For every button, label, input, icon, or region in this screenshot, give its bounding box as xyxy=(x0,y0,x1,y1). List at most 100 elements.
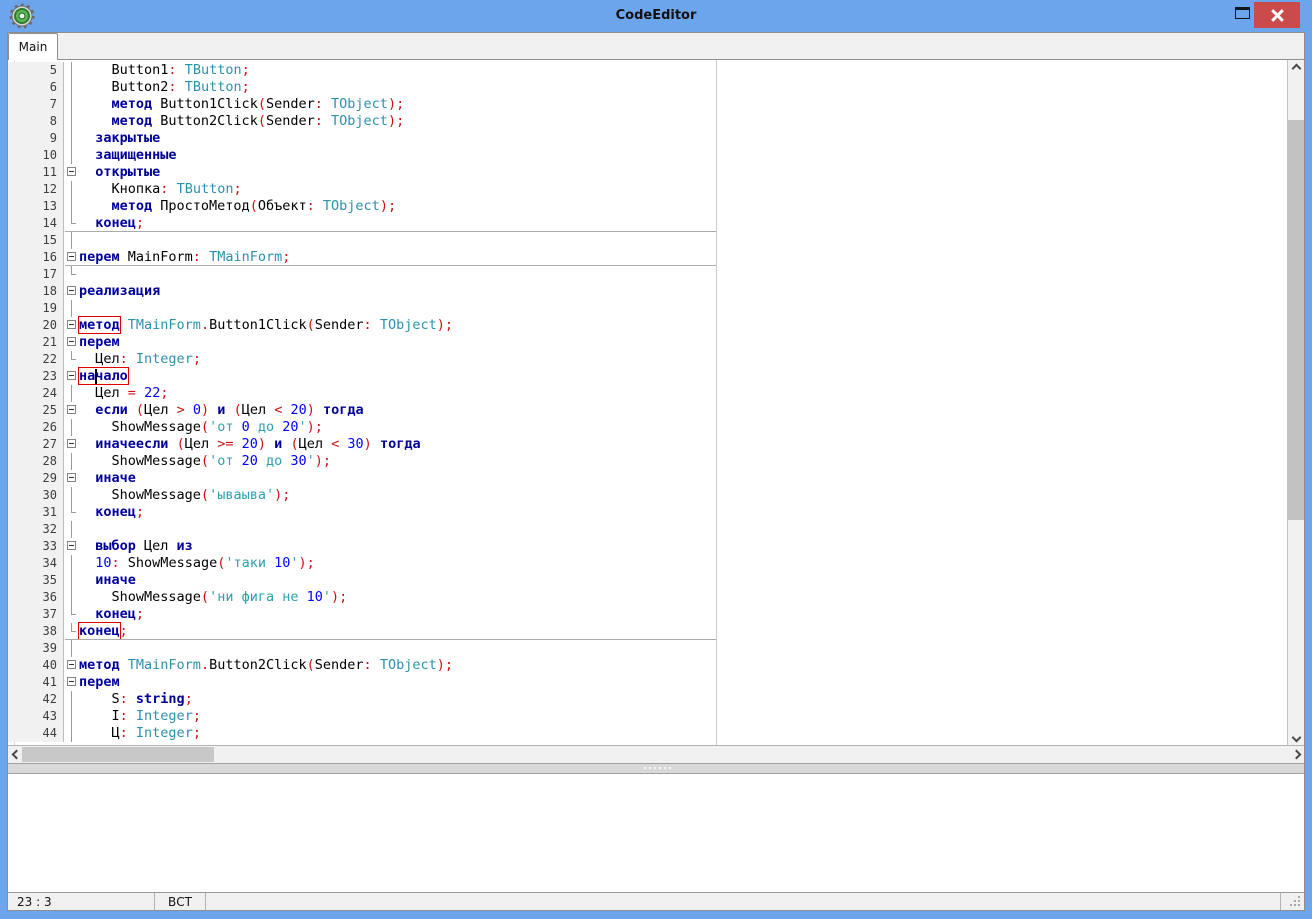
vertical-scrollbar[interactable] xyxy=(1287,60,1304,745)
code-text: начало xyxy=(78,368,128,385)
fold-collapse-icon[interactable] xyxy=(67,337,76,346)
code-line[interactable]: 21перем xyxy=(8,334,1287,351)
code-line[interactable]: 18реализация xyxy=(8,283,1287,300)
code-line[interactable]: 27 иначеесли (Цел >= 20) и (Цел < 30) то… xyxy=(8,436,1287,453)
chevron-down-icon xyxy=(1291,732,1301,742)
scroll-right-button[interactable] xyxy=(1288,746,1304,763)
fold-margin xyxy=(64,300,78,317)
line-number: 12 xyxy=(8,181,64,198)
code-line[interactable]: 24 Цел = 22; xyxy=(8,385,1287,402)
fold-collapse-icon[interactable] xyxy=(67,541,76,550)
horizontal-scrollbar[interactable] xyxy=(8,745,1304,763)
fold-margin xyxy=(64,419,78,436)
code-line[interactable]: 26 ShowMessage('от 0 до 20'); xyxy=(8,419,1287,436)
line-number: 28 xyxy=(8,453,64,470)
code-line[interactable]: 39 xyxy=(8,640,1287,657)
line-number: 25 xyxy=(8,402,64,419)
code-line[interactable]: 17 xyxy=(8,266,1287,283)
fold-collapse-icon[interactable] xyxy=(67,677,76,686)
code-line[interactable]: 10 защищенные xyxy=(8,147,1287,164)
panel-splitter[interactable] xyxy=(8,763,1304,774)
fold-collapse-icon[interactable] xyxy=(67,371,76,380)
code-line[interactable]: 8 метод Button2Click(Sender: TObject); xyxy=(8,113,1287,130)
code-text: метод TMainForm.Button1Click(Sender: TOb… xyxy=(78,317,453,334)
line-number: 13 xyxy=(8,198,64,215)
horizontal-scroll-thumb[interactable] xyxy=(22,747,214,762)
code-line[interactable]: 25 если (Цел > 0) и (Цел < 20) тогда xyxy=(8,402,1287,419)
code-line[interactable]: 43 I: Integer; xyxy=(8,708,1287,725)
code-line[interactable]: 36 ShowMessage('ни фига не 10'); xyxy=(8,589,1287,606)
code-line[interactable]: 23начало xyxy=(8,368,1287,385)
line-number: 38 xyxy=(8,623,64,640)
code-line[interactable]: 20 метод TMainForm.Button1Click(Sender: T… xyxy=(8,317,1287,334)
line-number: 14 xyxy=(8,215,64,232)
code-line[interactable]: 28 ShowMessage('от 20 до 30'); xyxy=(8,453,1287,470)
line-number: 34 xyxy=(8,555,64,572)
line-number: 35 xyxy=(8,572,64,589)
code-line[interactable]: 22 Цел: Integer; xyxy=(8,351,1287,368)
fold-margin xyxy=(64,402,78,419)
code-text: I: Integer; xyxy=(78,708,201,725)
code-line[interactable]: 42 S: string; xyxy=(8,691,1287,708)
line-number: 19 xyxy=(8,300,64,317)
code-line[interactable]: 12 Кнопка: TButton; xyxy=(8,181,1287,198)
fold-collapse-icon[interactable] xyxy=(67,660,76,669)
fold-margin xyxy=(64,623,78,640)
code-line[interactable]: 15 xyxy=(8,232,1287,249)
code-area[interactable]: 5 Button1: TButton;6 Button2: TButton;7 … xyxy=(8,60,1287,745)
code-line[interactable]: 35 иначе xyxy=(8,572,1287,589)
code-line[interactable]: 44 Ц: Integer; xyxy=(8,725,1287,742)
code-line[interactable]: 37 конец; xyxy=(8,606,1287,623)
code-line[interactable]: 30 ShowMessage('ываыва'); xyxy=(8,487,1287,504)
code-line[interactable]: 19 xyxy=(8,300,1287,317)
code-line[interactable]: 40метод TMainForm.Button2Click(Sender: T… xyxy=(8,657,1287,674)
code-line[interactable]: 33 выбор Цел из xyxy=(8,538,1287,555)
code-line[interactable]: 5 Button1: TButton; xyxy=(8,62,1287,79)
fold-margin xyxy=(64,555,78,572)
code-line[interactable]: 9 закрытые xyxy=(8,130,1287,147)
code-text: защищенные xyxy=(78,147,177,164)
code-text: ShowMessage('ываыва'); xyxy=(78,487,290,504)
output-panel[interactable] xyxy=(8,774,1304,892)
line-number: 40 xyxy=(8,657,64,674)
code-line[interactable]: 13 метод ПростоМетод(Объект: TObject); xyxy=(8,198,1287,215)
resize-grip[interactable] xyxy=(1281,893,1304,910)
fold-collapse-icon[interactable] xyxy=(67,286,76,295)
matched-keyword: конец xyxy=(79,623,120,639)
code-line[interactable]: 34 10: ShowMessage('таки 10'); xyxy=(8,555,1287,572)
fold-margin xyxy=(64,249,78,266)
line-number: 5 xyxy=(8,62,64,79)
code-text: конец; xyxy=(78,504,144,521)
fold-collapse-icon[interactable] xyxy=(67,252,76,261)
fold-collapse-icon[interactable] xyxy=(67,167,76,176)
code-line[interactable]: 14 конец; xyxy=(8,215,1287,232)
tab-main[interactable]: Main xyxy=(8,33,58,60)
code-line[interactable]: 7 метод Button1Click(Sender: TObject); xyxy=(8,96,1287,113)
vertical-scroll-thumb[interactable] xyxy=(1288,120,1304,520)
scroll-down-button[interactable] xyxy=(1288,729,1304,745)
code-text: ShowMessage('от 0 до 20'); xyxy=(78,419,323,436)
fold-collapse-icon[interactable] xyxy=(67,320,76,329)
fold-collapse-icon[interactable] xyxy=(67,473,76,482)
code-line[interactable]: 38конец; xyxy=(8,623,1287,640)
maximize-button[interactable] xyxy=(1235,7,1250,19)
code-text: перем xyxy=(78,674,120,691)
code-line[interactable]: 41 перем xyxy=(8,674,1287,691)
line-number: 20 xyxy=(8,317,64,334)
line-number: 24 xyxy=(8,385,64,402)
scroll-up-button[interactable] xyxy=(1288,60,1304,76)
code-line[interactable]: 29 иначе xyxy=(8,470,1287,487)
code-line[interactable]: 31 конец; xyxy=(8,504,1287,521)
code-line[interactable]: 11 открытые xyxy=(8,164,1287,181)
line-number: 41 xyxy=(8,674,64,691)
fold-collapse-icon[interactable] xyxy=(67,439,76,448)
fold-collapse-icon[interactable] xyxy=(67,405,76,414)
chevron-right-icon xyxy=(1291,750,1301,760)
line-number: 39 xyxy=(8,640,64,657)
code-line[interactable]: 16перем MainForm: TMainForm; xyxy=(8,249,1287,266)
line-number: 8 xyxy=(8,113,64,130)
close-button[interactable] xyxy=(1254,2,1300,28)
code-line[interactable]: 6 Button2: TButton; xyxy=(8,79,1287,96)
code-line[interactable]: 32 xyxy=(8,521,1287,538)
title-bar[interactable]: CodeEditor xyxy=(0,0,1312,32)
